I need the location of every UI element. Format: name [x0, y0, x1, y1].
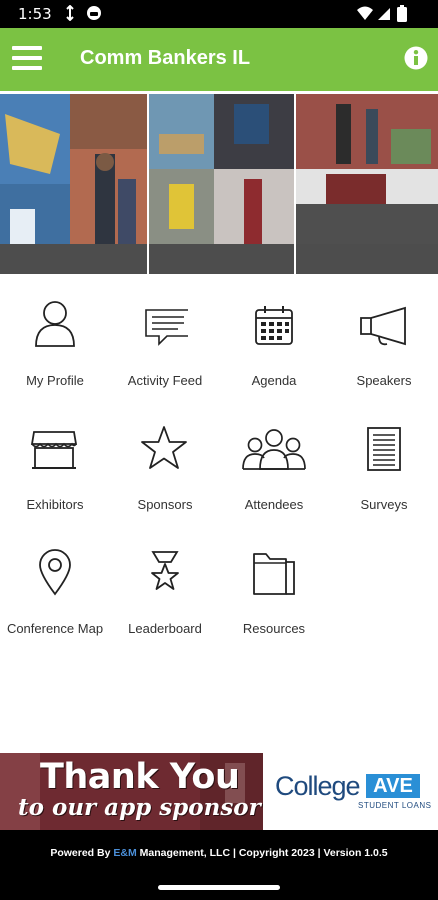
tile-label: Activity Feed	[127, 373, 203, 388]
sponsor-banner[interactable]: Thank You to our app sponsor College AVE…	[0, 753, 438, 830]
app-bar: Comm Bankers IL	[0, 28, 438, 91]
page-title: Comm Bankers IL	[80, 47, 251, 69]
photo-collage-3	[296, 94, 438, 274]
tile-conference-map[interactable]: Conference Map	[0, 538, 110, 648]
sponsor-brand-text: College	[275, 771, 361, 801]
megaphone-icon	[360, 306, 406, 346]
data-saver-icon	[66, 5, 74, 21]
tile-label: My Profile	[26, 373, 84, 388]
signal-icon	[378, 8, 390, 20]
chat-bubble-icon	[145, 309, 188, 346]
info-icon[interactable]	[404, 46, 428, 70]
status-time: 1:53	[18, 5, 52, 23]
tile-label: Surveys	[360, 497, 408, 512]
star-icon	[141, 426, 187, 469]
document-icon	[367, 427, 401, 471]
calendar-icon	[255, 306, 293, 345]
footer: Powered By E&M Management, LLC | Copyrig…	[0, 830, 438, 900]
photo-collage-2	[149, 94, 294, 274]
tile-label: Leaderboard	[128, 621, 202, 636]
photo-collage-1	[0, 94, 147, 274]
folder-icon	[253, 553, 295, 595]
tile-agenda[interactable]: Agenda	[219, 290, 329, 400]
person-icon	[35, 301, 75, 347]
tile-speakers[interactable]: Speakers	[329, 290, 438, 400]
medal-icon	[151, 551, 179, 590]
map-pin-icon	[39, 549, 71, 596]
tile-label: Agenda	[251, 373, 297, 388]
group-icon	[242, 429, 306, 470]
hamburger-menu-icon[interactable]	[12, 43, 44, 75]
sponsor-brand-subtitle: STUDENT LOANS	[358, 801, 432, 810]
battery-icon	[397, 5, 407, 22]
tile-resources[interactable]: Resources	[219, 538, 329, 648]
tile-activity-feed[interactable]: Activity Feed	[110, 290, 220, 400]
sponsor-subtitle: to our app sponsor	[18, 794, 261, 821]
sponsor-brand-badge: AVE	[366, 774, 420, 798]
tile-leaderboard[interactable]: Leaderboard	[110, 538, 220, 648]
tile-label: Sponsors	[137, 497, 193, 512]
tile-label: Resources	[242, 621, 306, 636]
tile-my-profile[interactable]: My Profile	[0, 290, 110, 400]
tile-label: Speakers	[356, 373, 412, 388]
footer-credits: Powered By E&M Management, LLC | Copyrig…	[0, 847, 438, 859]
tile-exhibitors[interactable]: Exhibitors	[0, 414, 110, 524]
sponsor-thank-you-text: Thank You	[40, 757, 240, 797]
wifi-icon	[357, 6, 373, 20]
app-notification-icon	[87, 6, 101, 20]
tile-label: Exhibitors	[26, 497, 84, 512]
gesture-home-indicator[interactable]	[158, 885, 280, 890]
tile-label: Attendees	[244, 497, 304, 512]
event-photo-banner	[0, 91, 438, 274]
tile-label: Conference Map	[6, 621, 104, 636]
tile-sponsors[interactable]: Sponsors	[110, 414, 220, 524]
college-ave-logo: College AVE STUDENT LOANS	[263, 753, 438, 830]
tile-surveys[interactable]: Surveys	[329, 414, 438, 524]
sponsor-thank-you-panel: Thank You to our app sponsor	[0, 753, 263, 830]
status-bar: 1:53	[0, 0, 438, 28]
footer-company-link[interactable]: E&M	[113, 847, 136, 859]
storefront-icon	[30, 431, 78, 469]
tile-attendees[interactable]: Attendees	[219, 414, 329, 524]
footer-rest: Management, LLC | Copyright 2023 | Versi…	[136, 847, 388, 859]
footer-prefix: Powered By	[50, 847, 114, 859]
